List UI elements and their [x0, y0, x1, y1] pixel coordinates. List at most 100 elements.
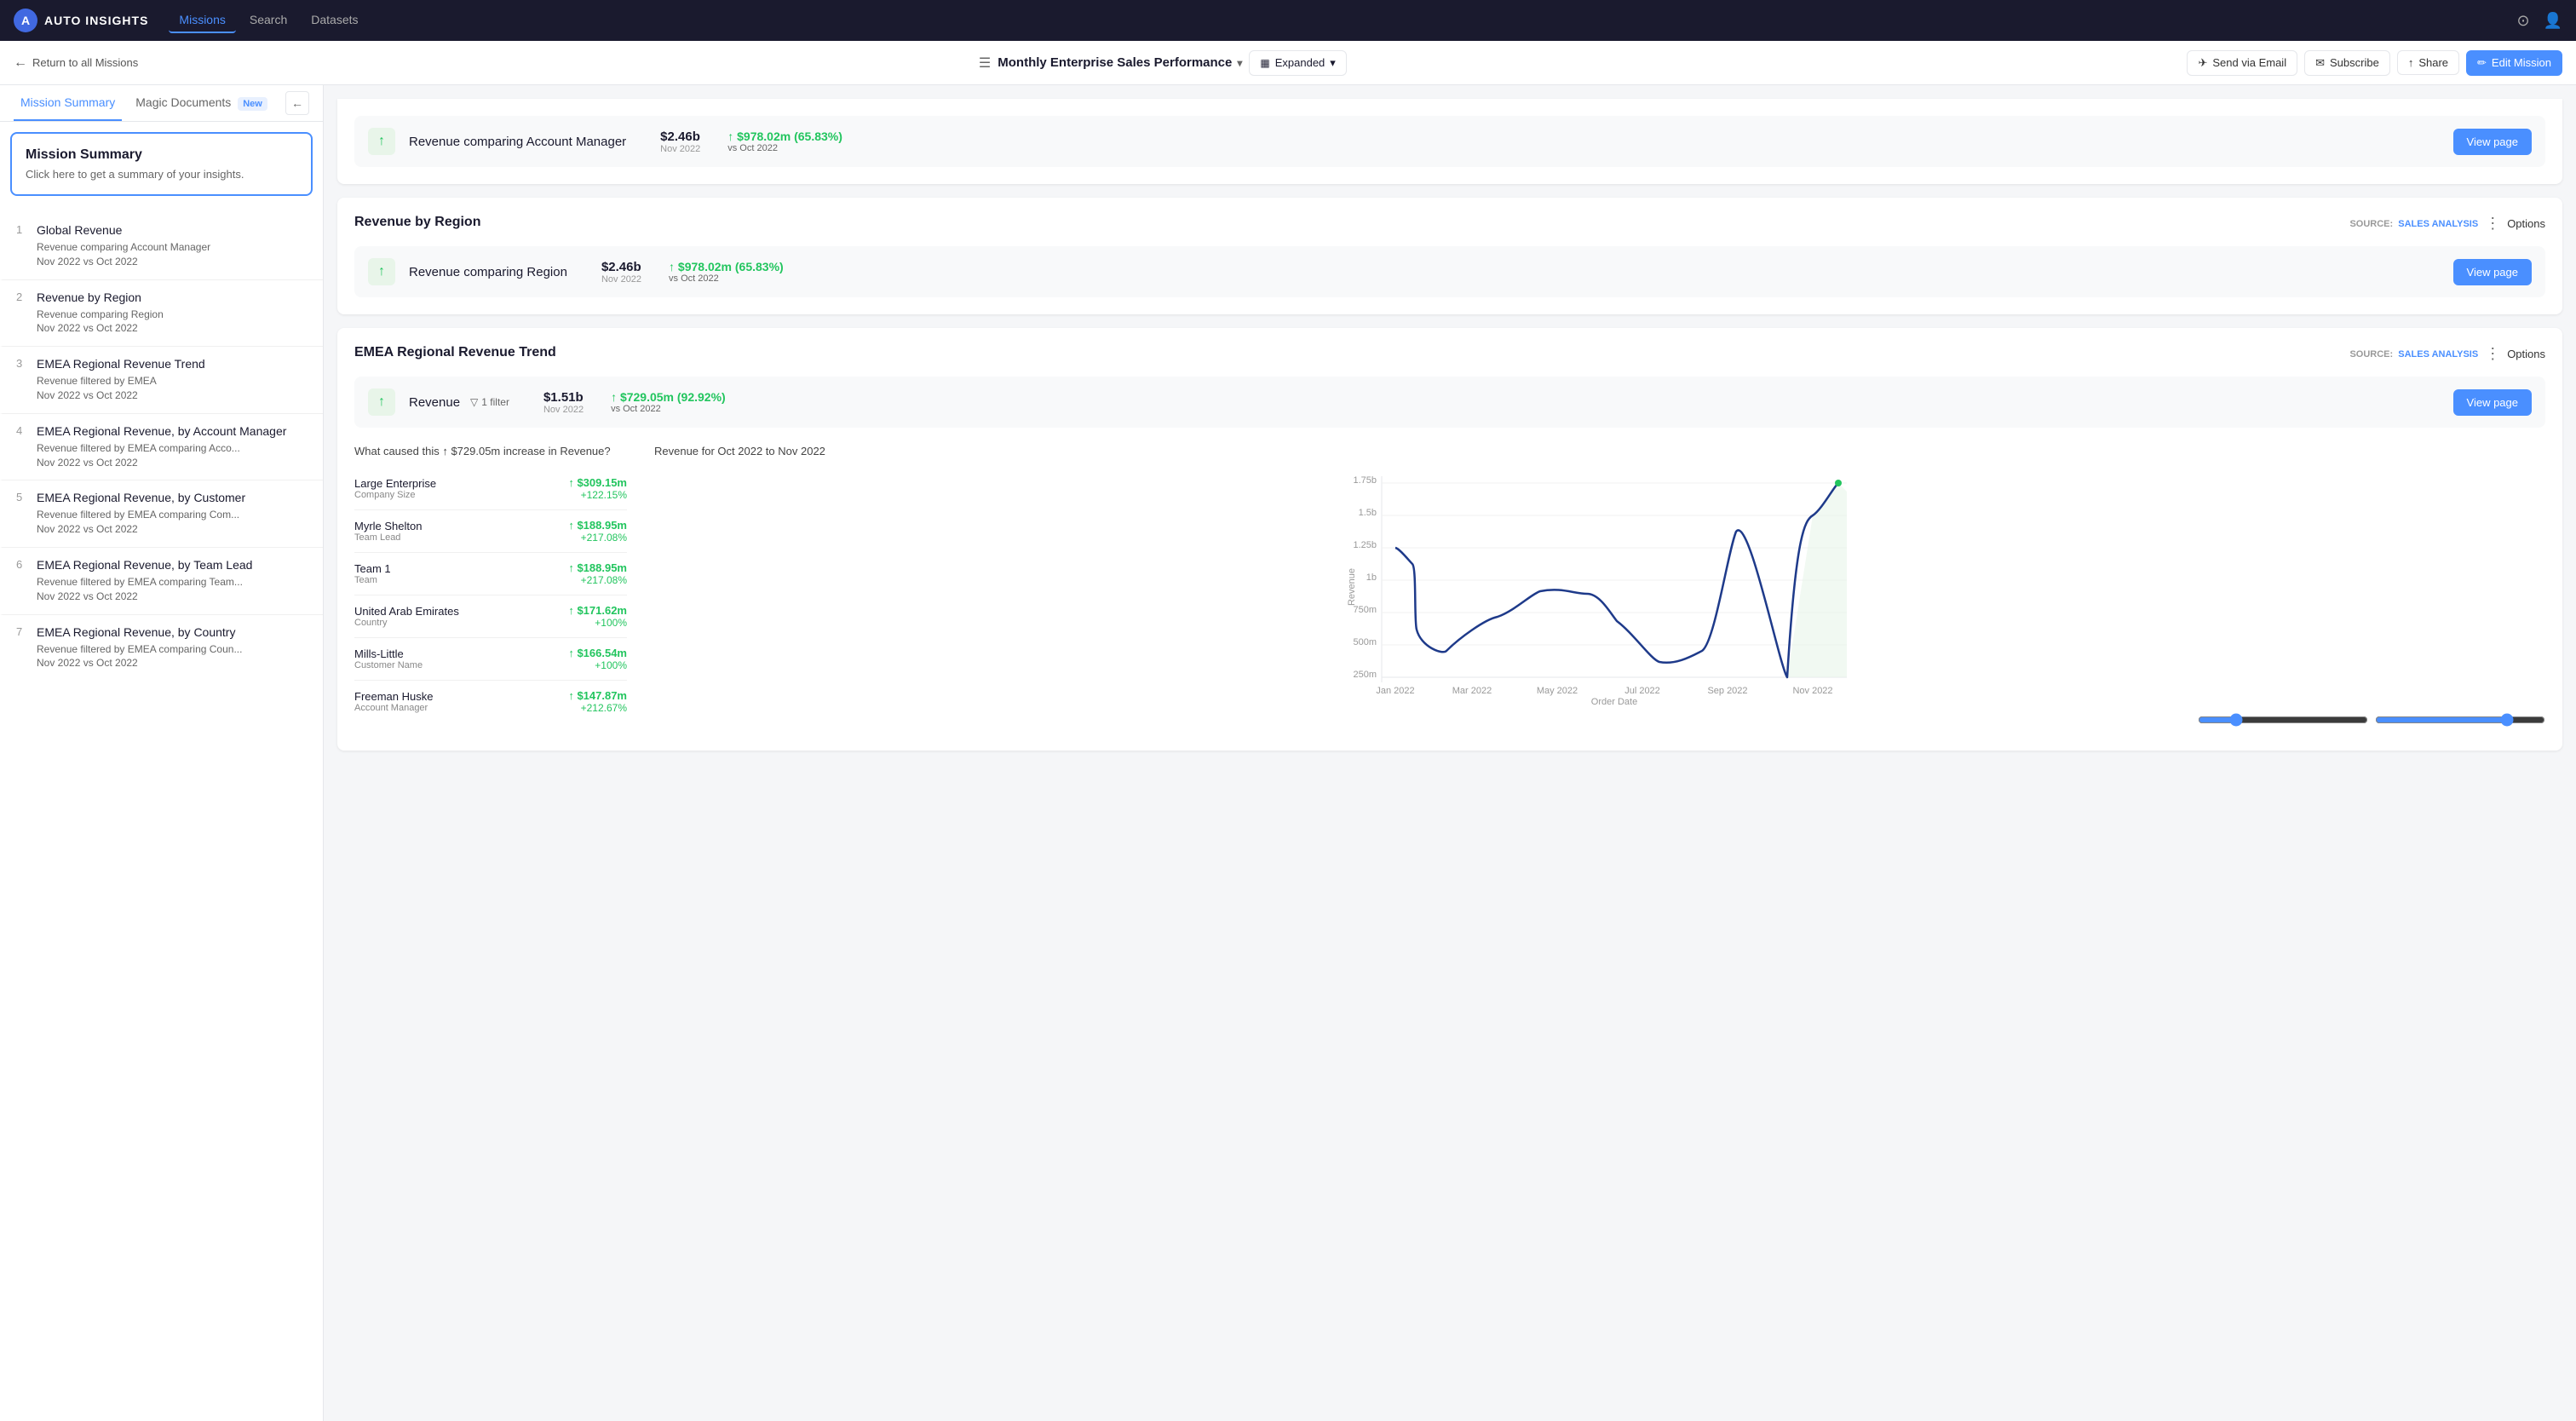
subscribe-label: Subscribe	[2330, 56, 2379, 69]
svg-text:Sep 2022: Sep 2022	[1707, 686, 1747, 696]
sidebar-item-content: EMEA Regional Revenue, by Customer Reven…	[37, 491, 309, 537]
svg-text:Order Date: Order Date	[1591, 697, 1637, 706]
logo-icon: A	[14, 9, 37, 32]
share-button[interactable]: ↑ Share	[2397, 50, 2459, 75]
revenue-by-region-options-label[interactable]: Options	[2507, 217, 2545, 230]
sidebar-item-1[interactable]: 1 Global Revenue Revenue comparing Accou…	[0, 213, 323, 279]
view-mode-label: Expanded	[1275, 56, 1325, 69]
sub-header-actions: ✈ Send via Email ✉ Subscribe ↑ Share ✏ E…	[2187, 50, 2562, 76]
sidebar-item-title: Revenue by Region	[37, 291, 309, 304]
factor-pct: +100%	[568, 659, 627, 671]
sidebar-item-3[interactable]: 3 EMEA Regional Revenue Trend Revenue fi…	[0, 346, 323, 413]
emea-trend-value-group: $1.51b Nov 2022	[543, 390, 584, 415]
factor-name: Freeman Huske	[354, 690, 433, 703]
nav-missions[interactable]: Missions	[169, 8, 235, 33]
global-revenue-change-group: ↑ $978.02m (65.83%) vs Oct 2022	[727, 129, 842, 153]
emea-trend-options-icon[interactable]: ⋮	[2485, 345, 2500, 363]
sidebar-item-num: 3	[16, 357, 37, 403]
nav-datasets[interactable]: Datasets	[301, 8, 368, 33]
chart-range-start[interactable]	[2198, 713, 2368, 727]
analysis-factor-row: Large Enterprise Company Size ↑ $309.15m…	[354, 468, 627, 510]
factor-metric: ↑ $171.62m +100%	[568, 604, 627, 629]
svg-text:1.75b: 1.75b	[1353, 475, 1377, 486]
factor-pct: +100%	[568, 617, 627, 629]
chart-range-slider	[654, 706, 2545, 734]
factor-pct: +122.15%	[568, 489, 627, 501]
nav-search[interactable]: Search	[239, 8, 297, 33]
revenue-by-region-card: Revenue by Region SOURCE: SALES ANALYSIS…	[337, 198, 2562, 314]
revenue-by-region-title: Revenue by Region	[354, 215, 480, 230]
user-icon[interactable]: 👤	[2544, 12, 2562, 30]
analysis-factor-row: Team 1 Team ↑ $188.95m +217.08%	[354, 553, 627, 595]
global-revenue-label: Revenue comparing Account Manager	[409, 135, 626, 149]
sidebar-item-2[interactable]: 2 Revenue by Region Revenue comparing Re…	[0, 279, 323, 347]
emea-trend-metric-label: Revenue	[409, 395, 460, 410]
edit-icon: ✏	[2477, 56, 2487, 70]
analysis-factor-row: Mills-Little Customer Name ↑ $166.54m +1…	[354, 638, 627, 681]
chevron-down-icon: ▾	[1237, 57, 1242, 69]
back-arrow-icon: ←	[14, 55, 27, 71]
emea-trend-title: EMEA Regional Revenue Trend	[354, 345, 556, 360]
share-label: Share	[2418, 56, 2448, 69]
svg-text:Jan 2022: Jan 2022	[1376, 686, 1414, 696]
factor-category: Customer Name	[354, 660, 423, 670]
sidebar-item-content: EMEA Regional Revenue, by Account Manage…	[37, 424, 309, 470]
factors-table: Large Enterprise Company Size ↑ $309.15m…	[354, 468, 627, 722]
global-revenue-card: ↑ Revenue comparing Account Manager $2.4…	[337, 99, 2562, 184]
sidebar-item-4[interactable]: 4 EMEA Regional Revenue, by Account Mana…	[0, 413, 323, 480]
emea-trend-analysis: What caused this ↑ $729.05m increase in …	[354, 445, 2545, 734]
sidebar-item-5[interactable]: 5 EMEA Regional Revenue, by Customer Rev…	[0, 480, 323, 547]
factor-category: Team Lead	[354, 532, 422, 543]
sidebar-item-title: EMEA Regional Revenue, by Account Manage…	[37, 424, 309, 438]
sidebar-item-7[interactable]: 7 EMEA Regional Revenue, by Country Reve…	[0, 614, 323, 682]
emea-trend-source: SOURCE: SALES ANALYSIS	[2349, 349, 2478, 360]
sidebar-item-num: 2	[16, 291, 37, 337]
sidebar-item-num: 7	[16, 625, 37, 671]
edit-mission-button[interactable]: ✏ Edit Mission	[2466, 50, 2562, 76]
factor-category: Account Manager	[354, 703, 433, 713]
tab-magic-documents[interactable]: Magic Documents New	[129, 85, 274, 121]
tab-mission-summary[interactable]: Mission Summary	[14, 85, 122, 121]
view-mode-icon: ▦	[1260, 57, 1269, 69]
revenue-by-region-view-page-button[interactable]: View page	[2453, 259, 2532, 285]
new-badge: New	[238, 97, 267, 111]
help-icon[interactable]: ⊙	[2516, 12, 2529, 30]
emea-trend-view-page-button[interactable]: View page	[2453, 389, 2532, 416]
mission-summary-card[interactable]: Mission Summary Click here to get a summ…	[10, 132, 313, 196]
emea-trend-header: EMEA Regional Revenue Trend SOURCE: SALE…	[354, 345, 2545, 363]
factor-metric: ↑ $188.95m +217.08%	[568, 519, 627, 544]
factor-value: ↑ $188.95m	[568, 561, 627, 574]
sidebar-item-title: EMEA Regional Revenue, by Team Lead	[37, 558, 309, 572]
sidebar-item-num: 4	[16, 424, 37, 470]
emea-trend-trend-icon: ↑	[368, 388, 395, 416]
factor-pct: +217.08%	[568, 532, 627, 544]
sidebar-item-content: Revenue by Region Revenue comparing Regi…	[37, 291, 309, 337]
svg-text:1.5b: 1.5b	[1359, 508, 1377, 518]
global-revenue-view-page-button[interactable]: View page	[2453, 129, 2532, 155]
factor-value: ↑ $171.62m	[568, 604, 627, 617]
sidebar-item-sub: Revenue filtered by EMEA comparing Team.…	[37, 575, 309, 604]
nav-right: ⊙ 👤	[2516, 12, 2562, 30]
factor-value: ↑ $166.54m	[568, 647, 627, 659]
emea-trend-options-label[interactable]: Options	[2507, 348, 2545, 360]
back-button[interactable]: ← Return to all Missions	[14, 55, 138, 71]
global-revenue-trend-icon: ↑	[368, 128, 395, 155]
filter-icon: ▽	[470, 396, 478, 408]
factor-value: ↑ $188.95m	[568, 519, 627, 532]
revenue-by-region-options-icon[interactable]: ⋮	[2485, 215, 2500, 233]
revenue-by-region-metric-row: ↑ Revenue comparing Region $2.46b Nov 20…	[354, 246, 2545, 297]
chart-range-end[interactable]	[2375, 713, 2545, 727]
factor-name: Large Enterprise	[354, 477, 436, 490]
mission-title-button[interactable]: Monthly Enterprise Sales Performance ▾	[998, 55, 1242, 70]
global-revenue-value-group: $2.46b Nov 2022	[660, 129, 700, 154]
factor-metric: ↑ $309.15m +122.15%	[568, 476, 627, 501]
factor-category: Team	[354, 575, 391, 585]
view-mode-button[interactable]: ▦ Expanded ▾	[1249, 50, 1346, 76]
send-email-button[interactable]: ✈ Send via Email	[2187, 50, 2297, 76]
subscribe-button[interactable]: ✉ Subscribe	[2304, 50, 2390, 76]
sidebar-item-6[interactable]: 6 EMEA Regional Revenue, by Team Lead Re…	[0, 547, 323, 614]
send-email-icon: ✈	[2198, 56, 2207, 70]
collapse-sidebar-button[interactable]: ←	[285, 91, 309, 115]
analysis-chart: Revenue for Oct 2022 to Nov 2022 1.75b 1…	[654, 445, 2545, 734]
revenue-by-region-header: Revenue by Region SOURCE: SALES ANALYSIS…	[354, 215, 2545, 233]
